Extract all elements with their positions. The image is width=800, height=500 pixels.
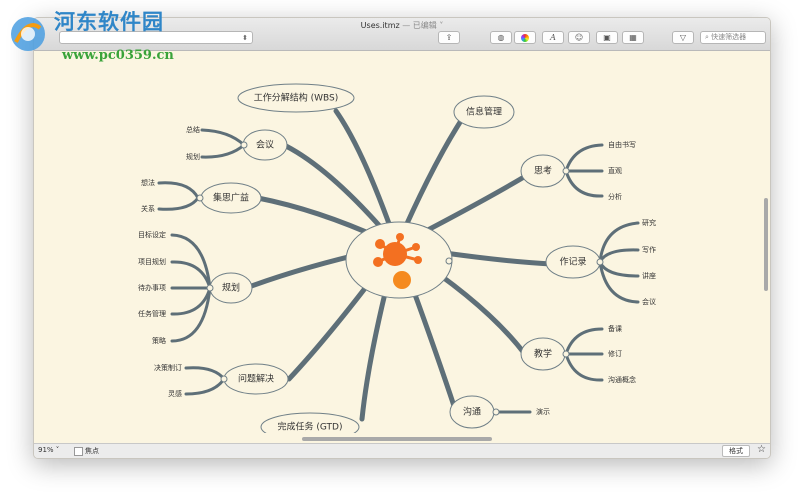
color-wheel-icon [521,33,529,42]
watermark-site-name: 河东软件园 [54,10,164,34]
color-button[interactable] [514,31,536,44]
emoji-button[interactable]: ☺ [568,31,590,44]
subnode-label[interactable]: 总结 [186,125,200,134]
shape-icon: ◍ [497,33,505,42]
edited-status[interactable]: — 已编辑 ˅ [402,21,443,30]
label-problem-solving: 问题解决 [238,373,274,385]
subnode-label[interactable]: 目标设定 [138,230,166,239]
table-icon: ▦ [629,33,637,42]
label-gtd: 完成任务 (GTD) [278,421,343,433]
table-button[interactable]: ▦ [622,31,644,44]
subnode-label[interactable]: 关系 [141,204,155,213]
subnode-label[interactable]: 沟通概念 [608,375,636,384]
image-button[interactable]: ▣ [596,31,618,44]
font-icon: A [550,33,556,42]
chevron-updown-icon: ⬍ [242,34,248,42]
vertical-scrollbar[interactable] [764,198,768,291]
shape-button[interactable]: ◍ [490,31,512,44]
subnode-label[interactable]: 备课 [608,324,622,333]
collapse-handle[interactable] [492,408,500,416]
zoom-select[interactable]: 91% ˅ [38,446,59,454]
collapse-handle[interactable] [596,258,604,266]
subnode-label[interactable]: 想法 [141,178,155,187]
subnode-label[interactable]: 直观 [608,166,622,175]
subnode-label[interactable]: 灵感 [168,389,182,398]
collapse-handle[interactable] [445,257,453,265]
label-info-mgmt: 信息管理 [466,106,502,118]
collapse-handle[interactable] [220,375,228,383]
image-icon: ▣ [603,33,611,42]
filter-icon: ▽ [679,33,687,42]
collapse-handle[interactable] [562,350,570,358]
subnode-label[interactable]: 自由书写 [608,140,636,149]
search-placeholder: 快速筛选器 [711,33,747,41]
collapse-handle[interactable] [562,167,570,175]
subnode-label[interactable]: 写作 [642,245,656,254]
label-wbs: 工作分解结构 (WBS) [254,92,339,104]
status-bar: 91% ˅ 焦点 格式 ☆ [34,443,770,458]
subnode-label[interactable]: 项目规划 [138,257,166,266]
subnode-label[interactable]: 任务管理 [138,309,166,318]
subnode-label[interactable]: 决策制订 [154,363,182,372]
label-meeting: 会议 [256,139,274,151]
watermark: 河东软件园 www.pc0359.cn [2,4,202,70]
subnode-label[interactable]: 规划 [186,152,200,161]
label-brainstorm: 集思广益 [213,192,249,204]
collapse-handle[interactable] [240,141,248,149]
label-notes: 作记录 [559,256,586,268]
watermark-url: www.pc0359.cn [62,48,174,63]
label-communication: 沟通 [463,406,481,418]
search-icon: ⌕ [705,33,709,41]
subnode-label[interactable]: 修订 [608,349,622,358]
share-icon: ⇪ [445,33,453,42]
subnode-label[interactable]: 研究 [642,218,656,227]
subnode-label[interactable]: 分析 [608,192,622,201]
label-planning: 规划 [222,282,240,294]
style-button[interactable]: 格式 [722,445,750,457]
mindmap-canvas[interactable]: 工作分解结构 (WBS) 信息管理 会议 集思广益 规划 问题解决 完成任务 (… [34,51,762,433]
subnode-label[interactable]: 策略 [152,336,166,345]
collapse-handle[interactable] [206,284,214,292]
smiley-icon: ☺ [574,33,584,42]
subnode-label[interactable]: 待办事项 [138,283,166,292]
subnode-label[interactable]: 会议 [642,297,656,306]
app-window: Uses.itmz — 已编辑 ˅ ⬍ ⇪ ◍ A ☺ ▣ ▦ ▽ ⌕ 快速筛选… [33,17,771,459]
star-icon[interactable]: ☆ [757,444,766,455]
subnode-label[interactable]: 演示 [536,407,550,416]
subnode-label[interactable]: 讲座 [642,271,656,280]
label-teaching: 教学 [534,348,552,360]
filter-button[interactable]: ▽ [672,31,694,44]
horizontal-scrollbar[interactable] [302,437,492,441]
watermark-logo-icon [11,17,45,51]
focus-label: 焦点 [85,447,99,455]
quick-filter-input[interactable]: ⌕ 快速筛选器 [700,31,766,44]
focus-checkbox[interactable] [74,447,83,456]
collapse-handle[interactable] [196,194,204,202]
share-button[interactable]: ⇪ [438,31,460,44]
label-thinking: 思考 [534,166,552,177]
font-button[interactable]: A [542,31,564,44]
file-name: Uses.itmz [360,21,400,30]
